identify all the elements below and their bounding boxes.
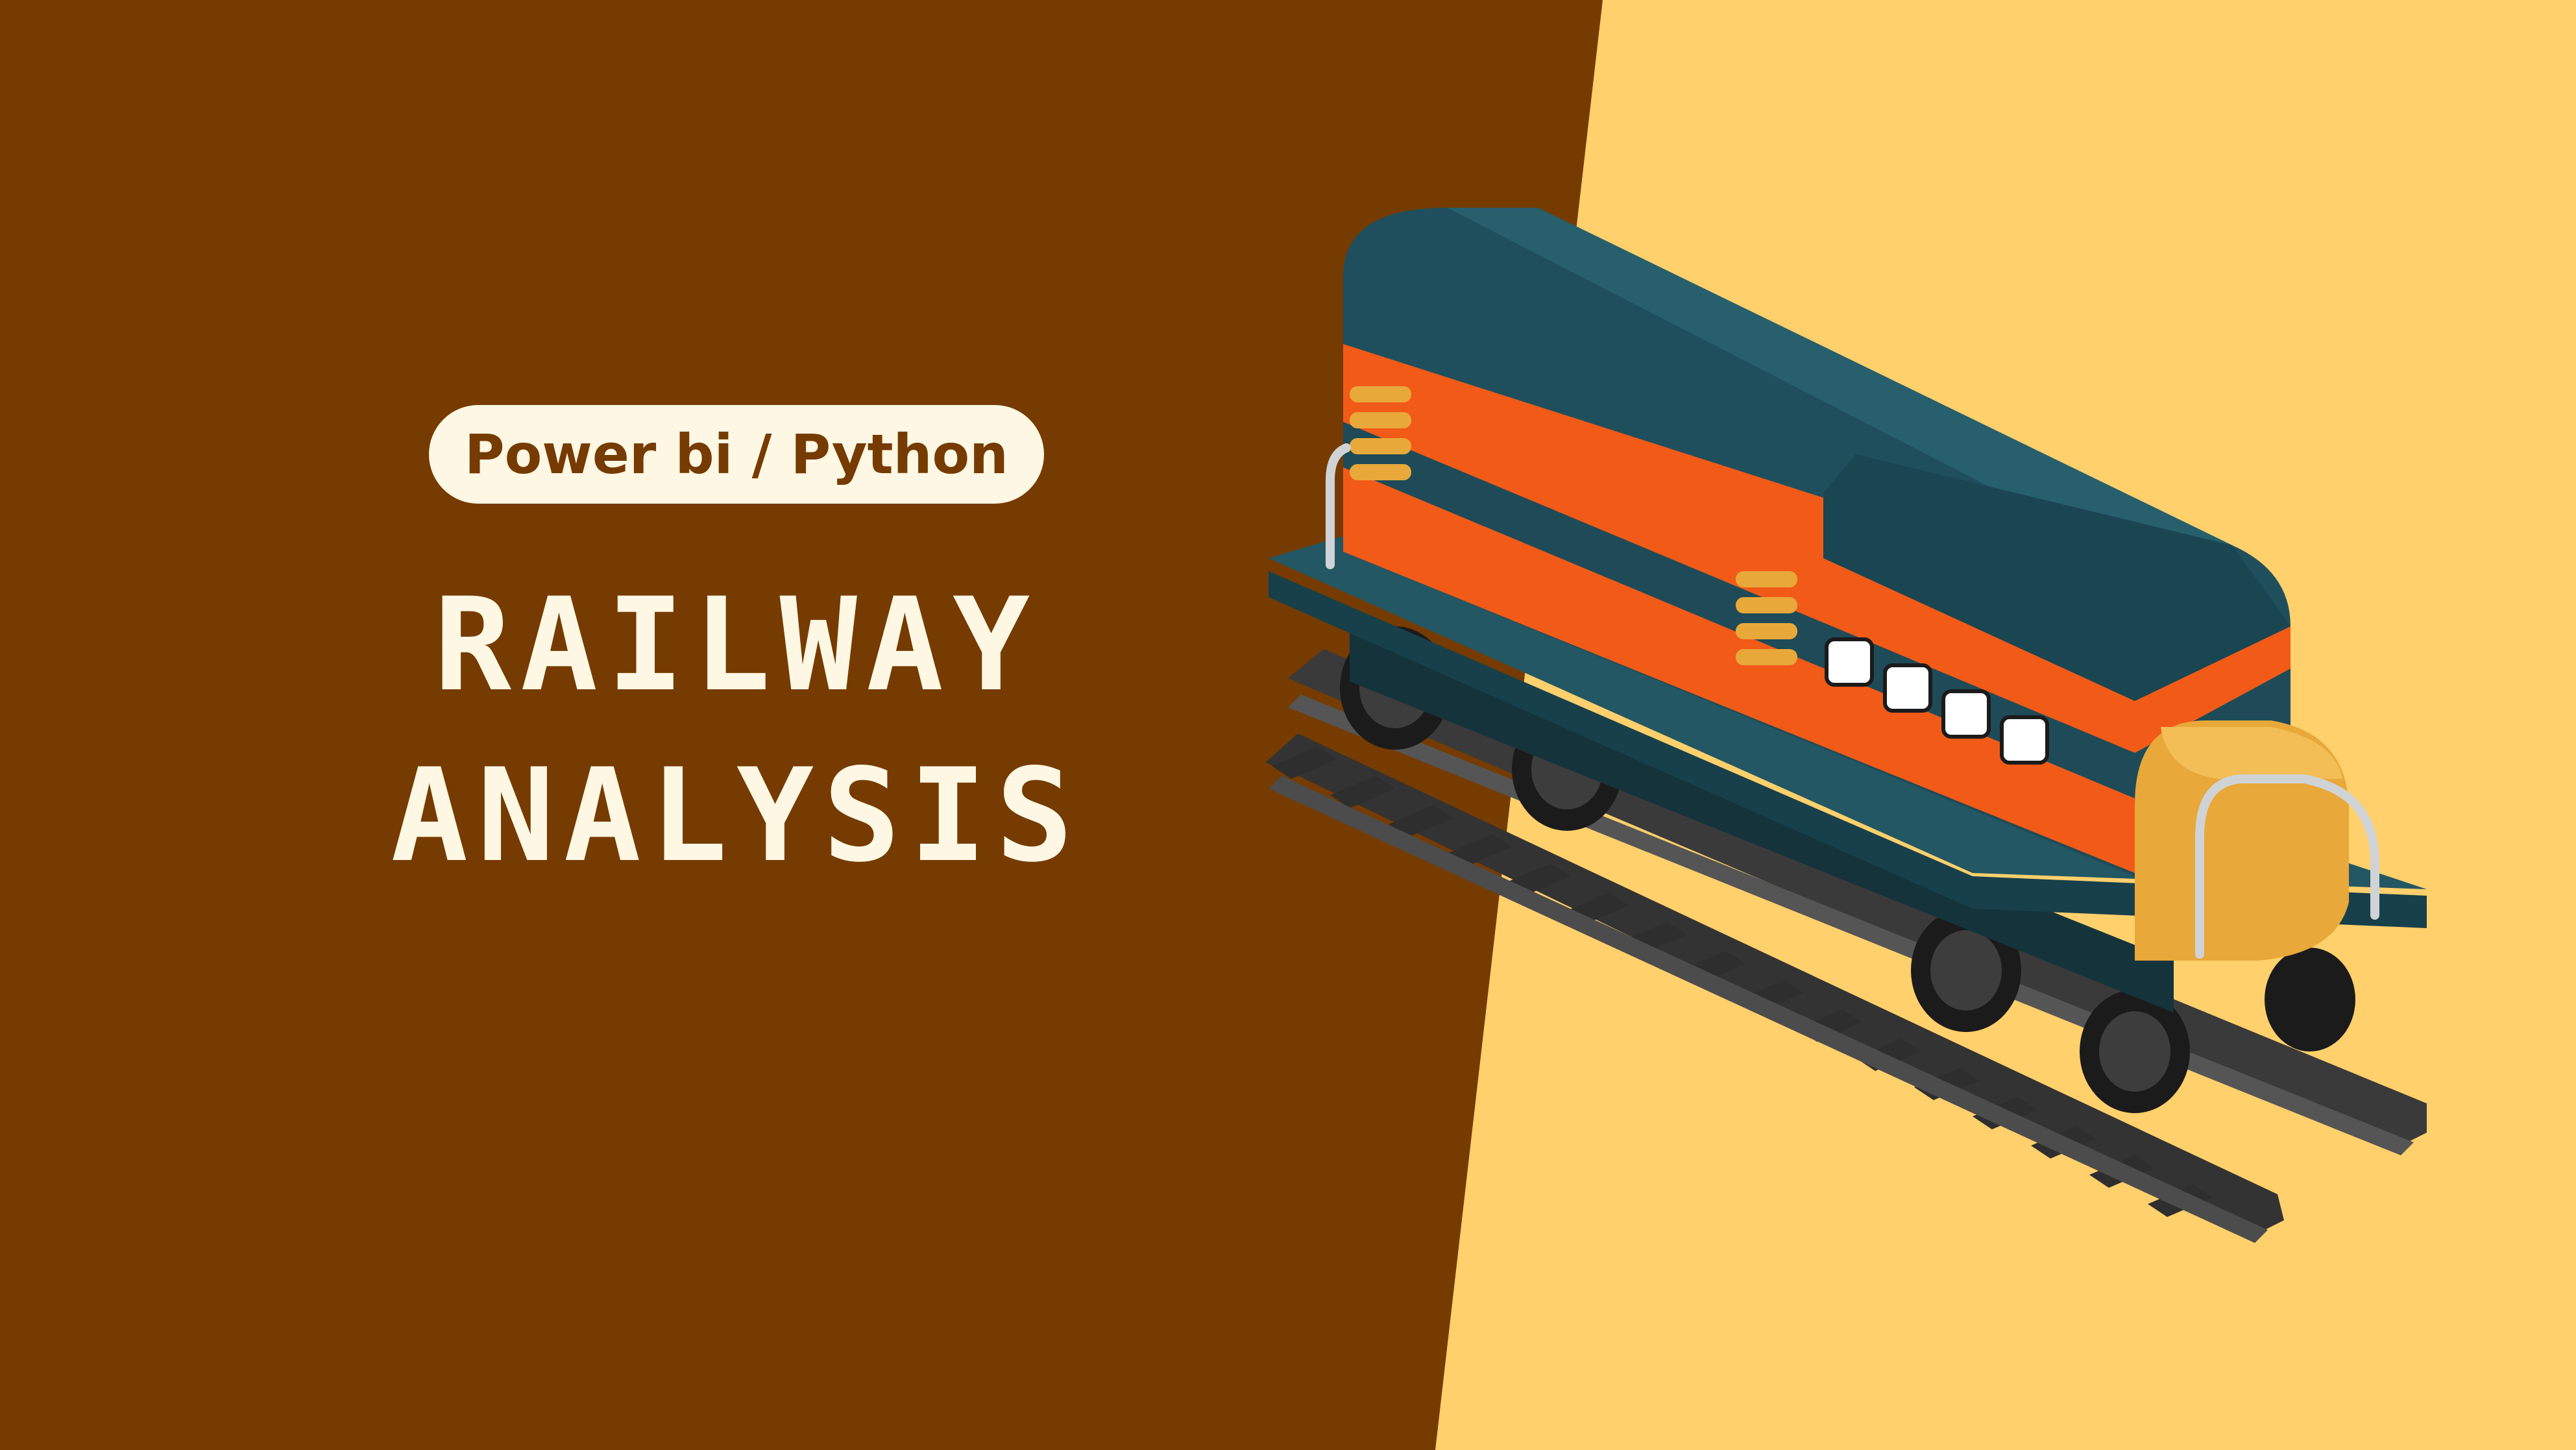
locomotive-on-rails-icon: [1265, 208, 2427, 1243]
category-tag-label: Power bi / Python: [465, 423, 1008, 486]
title-line-2: ANALYSIS: [391, 741, 1082, 891]
front-nose: [2135, 720, 2349, 961]
category-tag: Power bi / Python: [429, 405, 1044, 504]
title-line-1: RAILWAY: [433, 570, 1039, 720]
